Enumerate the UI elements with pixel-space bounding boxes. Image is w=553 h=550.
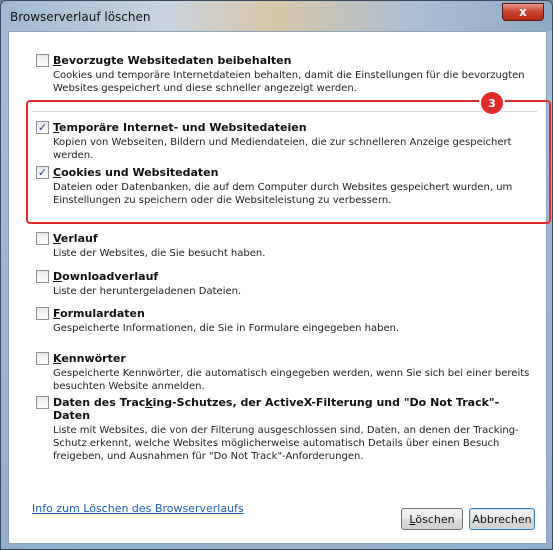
option-passwords-desc: Gespeicherte Kennwörter, die automatisch…	[53, 368, 530, 392]
highlight-annotation-box	[26, 100, 551, 224]
option-downloads[interactable]: Downloadverlauf Liste der heruntergelade…	[36, 270, 536, 298]
dialog-title: Browserverlauf löschen	[10, 10, 151, 24]
option-form-data-desc: Gespeicherte Informationen, die Sie in F…	[53, 323, 400, 334]
annotation-badge: 3	[481, 92, 503, 114]
option-history-title: Verlauf	[53, 232, 98, 245]
dialog-window: Browserverlauf löschen x Bevorzugte Webs…	[0, 0, 553, 550]
option-history-desc: Liste der Websites, die Sie besucht habe…	[53, 248, 266, 259]
option-history[interactable]: Verlauf Liste der Websites, die Sie besu…	[36, 232, 536, 260]
option-tracking-data-desc: Liste mit Websites, die von der Filterun…	[53, 425, 519, 462]
checkbox-downloads[interactable]	[36, 270, 49, 283]
checkbox-tracking-data[interactable]	[36, 396, 49, 409]
checkbox-passwords[interactable]	[36, 352, 49, 365]
delete-button[interactable]: Löschen	[401, 508, 463, 530]
title-bar[interactable]: Browserverlauf löschen x	[1, 1, 552, 31]
option-favorites[interactable]: Bevorzugte Websitedaten beibehalten Cook…	[36, 54, 536, 95]
checkbox-favorites[interactable]	[36, 54, 49, 67]
option-passwords[interactable]: Kennwörter Gespeicherte Kennwörter, die …	[36, 352, 536, 393]
option-favorites-title: Bevorzugte Websitedaten beibehalten	[53, 54, 292, 67]
checkbox-history[interactable]	[36, 232, 49, 245]
info-link[interactable]: Info zum Löschen des Browserverlaufs	[32, 502, 244, 515]
option-tracking-data-title: Daten des Tracking-Schutzes, der ActiveX…	[53, 396, 500, 422]
cancel-button[interactable]: Abbrechen	[469, 508, 535, 530]
option-tracking-data[interactable]: Daten des Tracking-Schutzes, der ActiveX…	[36, 396, 536, 463]
delete-button-label: Löschen	[409, 512, 455, 526]
option-form-data-title: Formulardaten	[53, 307, 145, 320]
close-icon: x	[519, 5, 527, 19]
option-passwords-title: Kennwörter	[53, 352, 126, 365]
close-button[interactable]: x	[502, 3, 544, 21]
option-downloads-title: Downloadverlauf	[53, 270, 159, 283]
option-downloads-desc: Liste der heruntergeladenen Dateien.	[53, 286, 242, 297]
option-favorites-desc: Cookies und temporäre Internetdateien be…	[53, 70, 525, 94]
checkbox-form-data[interactable]	[36, 307, 49, 320]
option-form-data[interactable]: Formulardaten Gespeicherte Informationen…	[36, 307, 536, 335]
